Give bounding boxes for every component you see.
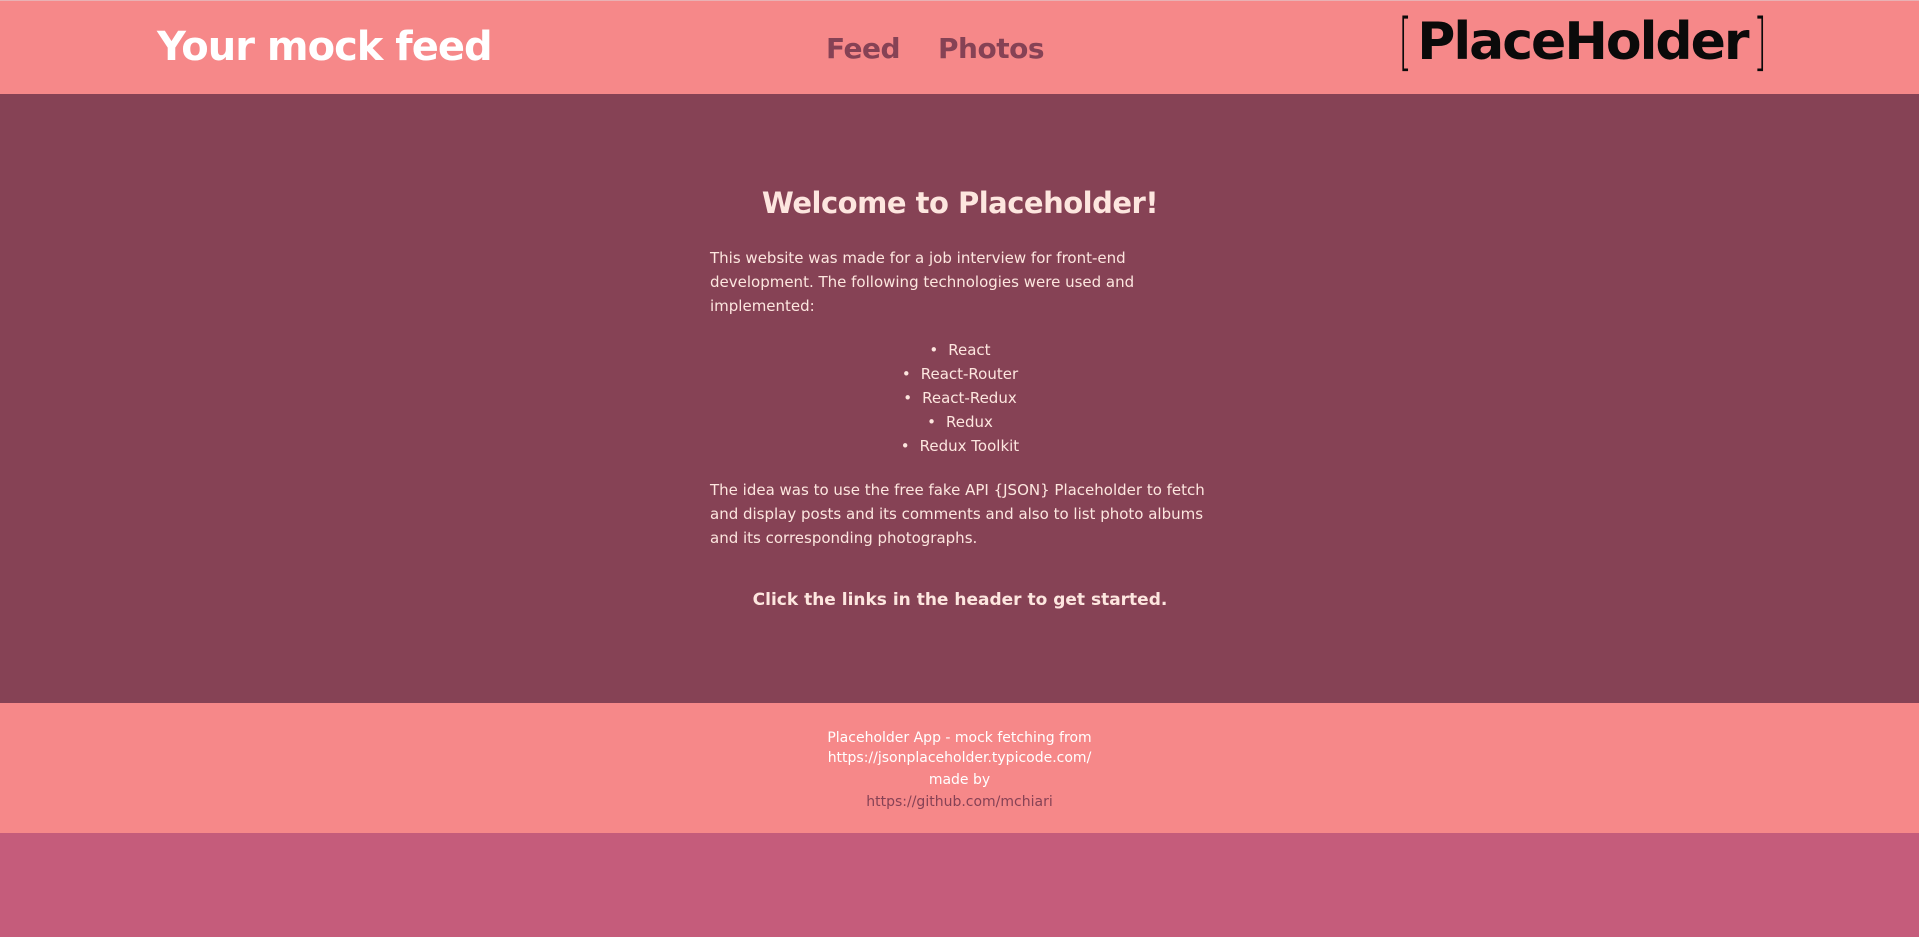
api-link[interactable]: https://jsonplaceholder.typicode.com/: [0, 748, 1919, 768]
footer-credit-text: Placeholder App - mock fetching from: [827, 730, 1092, 746]
logo-bracket-open: [: [1398, 5, 1412, 78]
placeholder-logo: [ PlaceHolder ]: [1393, 11, 1772, 73]
logo-bracket-close: ]: [1752, 5, 1767, 78]
nav-link-feed[interactable]: Feed: [826, 30, 901, 68]
site-header: Your mock feed Feed Photos [ PlaceHolder…: [0, 0, 1919, 94]
tech-item-react-router: React-Router: [710, 362, 1210, 386]
site-footer: Placeholder App - mock fetching from htt…: [0, 703, 1919, 833]
main-nav: Feed Photos: [826, 30, 1044, 68]
site-title: Your mock feed: [157, 24, 493, 70]
get-started-text: Click the links in the header to get sta…: [752, 590, 1168, 610]
made-by-text: made by: [928, 772, 991, 788]
tech-item-redux-toolkit: Redux Toolkit: [710, 434, 1210, 458]
technologies-list: React React-Router React-Redux Redux Red…: [710, 338, 1210, 458]
tech-item-redux: Redux: [710, 410, 1210, 434]
author-github-link[interactable]: https://github.com/mchiari: [866, 794, 1052, 810]
welcome-section: Welcome to Placeholder! This website was…: [710, 184, 1210, 612]
nav-link-photos[interactable]: Photos: [938, 30, 1044, 68]
intro-paragraph: This website was made for a job intervie…: [710, 249, 1135, 315]
main-content: Welcome to Placeholder! This website was…: [0, 94, 1919, 703]
logo-text: PlaceHolder: [1417, 12, 1749, 72]
tech-item-react-redux: React-Redux: [710, 386, 1210, 410]
idea-paragraph: The idea was to use the free fake API {J…: [710, 481, 1205, 547]
tech-item-react: React: [710, 338, 1210, 362]
welcome-heading: Welcome to Placeholder!: [761, 186, 1159, 220]
